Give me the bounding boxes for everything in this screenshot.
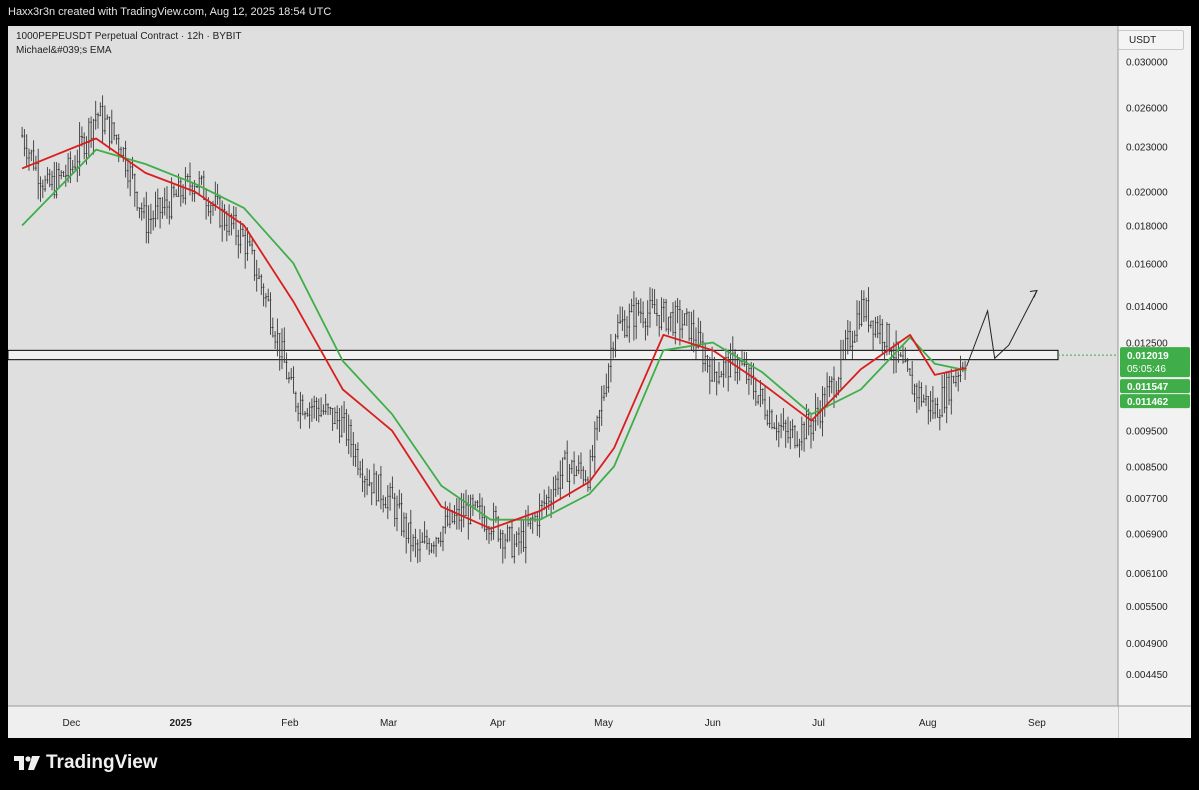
y-tick-label: 0.007700 <box>1126 494 1168 505</box>
tradingview-logo[interactable]: TradingView <box>14 752 158 774</box>
x-tick-label: Dec <box>63 718 81 729</box>
x-tick-label: Jun <box>705 718 721 729</box>
y-tick-label: 0.006100 <box>1126 569 1168 580</box>
ema-price-value: 0.011462 <box>1127 397 1169 408</box>
x-tick-label: Feb <box>281 718 299 729</box>
y-tick-label: 0.014000 <box>1126 302 1168 313</box>
price-chart[interactable]: 0.030000 0.026000 0.023000 0.020000 0.018000… <box>8 26 1191 738</box>
footer-bar: TradingView <box>0 738 1199 790</box>
ema-price-value: 0.011547 <box>1127 382 1169 393</box>
currency-selector[interactable]: USDT <box>1118 30 1184 50</box>
last-price-value: 0.012019 <box>1127 351 1169 362</box>
brand-name: TradingView <box>46 752 158 773</box>
x-tick-label: Apr <box>490 718 506 729</box>
y-tick-label: 0.016000 <box>1126 259 1168 270</box>
symbol-line: 1000PEPEUSDT Perpetual Contract · 12h · … <box>16 31 242 42</box>
y-tick-label: 0.009500 <box>1126 427 1168 438</box>
x-tick-label: Mar <box>380 718 398 729</box>
y-tick-label: 0.020000 <box>1126 188 1168 199</box>
y-tick-label: 0.006900 <box>1126 529 1168 540</box>
x-tick-label: Sep <box>1028 718 1046 729</box>
y-tick-label: 0.004900 <box>1126 639 1168 650</box>
chart-legend: 1000PEPEUSDT Perpetual Contract · 12h · … <box>16 30 241 58</box>
ema-fast-line <box>21 137 967 530</box>
x-tick-label: 2025 <box>170 718 193 729</box>
y-tick-label: 0.026000 <box>1126 103 1168 114</box>
y-tick-label: 0.004450 <box>1126 670 1168 681</box>
indicator-line: Michael&#039;s EMA <box>16 45 112 56</box>
attribution-bar: Haxx3r3n created with TradingView.com, A… <box>0 0 1199 26</box>
y-tick-label: 0.005500 <box>1126 602 1168 613</box>
x-tick-label: Jul <box>812 718 825 729</box>
y-tick-label: 0.018000 <box>1126 221 1168 232</box>
x-tick-label: May <box>594 718 613 729</box>
bar-countdown: 05:05:46 <box>1127 364 1166 375</box>
attribution-text: Haxx3r3n created with TradingView.com, A… <box>8 6 332 18</box>
tradingview-logo-icon <box>14 756 40 770</box>
y-tick-label: 0.008500 <box>1126 462 1168 473</box>
x-tick-label: Aug <box>919 718 937 729</box>
ema-slow-line <box>21 148 967 521</box>
y-tick-label: 0.030000 <box>1126 57 1168 68</box>
y-tick-label: 0.023000 <box>1126 143 1168 154</box>
chart-frame[interactable]: 0.030000 0.026000 0.023000 0.020000 0.018000… <box>8 26 1191 738</box>
